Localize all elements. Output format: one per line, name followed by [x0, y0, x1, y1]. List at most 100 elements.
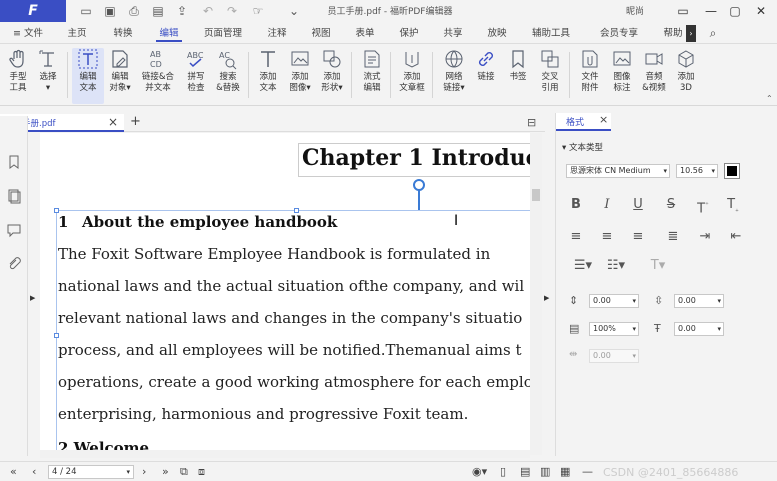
panel-toggle-icon[interactable]: ⊟ — [527, 116, 536, 129]
pages-panel-icon[interactable] — [6, 188, 22, 204]
chapter-title[interactable]: Chapter 1 Introducti — [302, 145, 530, 171]
section-number[interactable]: 1 — [58, 213, 68, 231]
collapse-ribbon-icon[interactable]: ⌃ — [766, 94, 773, 103]
strikethrough-button[interactable]: S — [664, 198, 678, 212]
first-page-icon[interactable]: « — [10, 465, 17, 478]
single-page-view-icon[interactable]: ▯ — [500, 465, 506, 478]
two-page-view-icon[interactable]: ▥ — [540, 465, 550, 478]
italic-button[interactable]: I — [600, 198, 614, 212]
paragraph-spacing-select[interactable]: 0.00 ▾ — [674, 294, 724, 308]
spell-check-button[interactable]: ABC 拼写 检查 — [180, 48, 212, 104]
tab-view[interactable]: 视图 — [308, 25, 334, 42]
character-spacing-select[interactable]: 0.00 ▾ — [674, 322, 724, 336]
link-merge-text-button[interactable]: AB CD 链接&合 并文本 — [140, 48, 176, 104]
paragraph-line[interactable]: national laws and the actual situation o… — [58, 277, 524, 295]
last-page-icon[interactable]: » — [162, 465, 169, 478]
scrollbar-thumb[interactable] — [532, 189, 540, 201]
web-link-button[interactable]: 网络 链接▾ — [438, 48, 470, 104]
vertical-scrollbar[interactable] — [530, 133, 542, 455]
add-shape-button[interactable]: 添加 形状▾ — [316, 48, 348, 104]
open-folder-icon[interactable]: ▭ — [78, 3, 94, 19]
distribute-icon[interactable]: ⇤ — [729, 230, 743, 244]
close-button[interactable]: ✕ — [752, 2, 770, 20]
text-direction-icon[interactable]: T▾ — [644, 259, 672, 273]
continuous-view-icon[interactable]: ▤ — [520, 465, 530, 478]
tab-share[interactable]: 共享 — [440, 25, 466, 42]
two-page-continuous-icon[interactable]: ▦ — [560, 465, 570, 478]
file-attachment-button[interactable]: 文件 附件 — [574, 48, 606, 104]
file-menu[interactable]: ≡ 文件 — [8, 25, 48, 42]
minimize-button[interactable]: — — [702, 2, 720, 20]
search-icon[interactable]: ⌕ — [704, 25, 722, 42]
align-left-icon[interactable]: ≡ — [569, 230, 583, 244]
paragraph-line[interactable]: process, and all employees will be notif… — [58, 341, 522, 359]
attachments-panel-icon[interactable] — [6, 256, 22, 272]
flow-edit-button[interactable]: 流式 编辑 — [356, 48, 388, 104]
read-mode-icon[interactable]: ◉▾ — [472, 465, 487, 478]
close-tab-icon[interactable]: × — [108, 115, 118, 129]
previous-page-icon[interactable]: ‹ — [32, 465, 36, 478]
tab-annotate[interactable]: 注释 — [264, 25, 290, 42]
text-color-picker[interactable] — [724, 163, 740, 179]
image-annotation-button[interactable]: 图像 标注 — [606, 48, 638, 104]
rotate-page-icon[interactable]: ⧈ — [198, 465, 205, 479]
tab-protect[interactable]: 保护 — [396, 25, 422, 42]
font-size-select[interactable]: 10.56 ▾ — [676, 164, 718, 178]
edit-text-button[interactable]: 编辑 文本 — [72, 48, 104, 104]
next-page-icon[interactable]: › — [142, 465, 146, 478]
word-spacing-select[interactable]: 0.00 ▾ — [589, 349, 639, 363]
search-replace-button[interactable]: AC 搜索 &替换 — [212, 48, 244, 104]
select-button[interactable]: 选择 ▾ — [32, 48, 64, 104]
underline-button[interactable]: U — [631, 198, 645, 212]
audio-video-button[interactable]: 音频 &视频 — [638, 48, 670, 104]
comments-panel-icon[interactable] — [6, 222, 22, 238]
tab-form[interactable]: 表单 — [352, 25, 378, 42]
align-center-icon[interactable]: ≡ — [600, 230, 614, 244]
cross-reference-button[interactable]: 交叉 引用 — [534, 48, 566, 104]
close-panel-icon[interactable]: × — [599, 113, 608, 126]
zoom-out-icon[interactable]: — — [582, 465, 593, 478]
horizontal-scale-select[interactable]: 100% ▾ — [589, 322, 639, 336]
tab-convert[interactable]: 转换 — [110, 25, 136, 42]
tab-member[interactable]: 会员专享 — [596, 25, 642, 42]
tab-edit[interactable]: 编辑 — [156, 25, 182, 42]
add-article-button[interactable]: 添加 文章框 — [396, 48, 428, 104]
numbered-list-icon[interactable]: ☷▾ — [602, 259, 630, 273]
superscript-button[interactable]: T⁺ — [696, 198, 710, 216]
horizontal-scrollbar[interactable] — [40, 450, 530, 458]
maximize-button[interactable]: ▢ — [726, 2, 744, 20]
expand-right-panel-icon[interactable]: ▶ — [544, 294, 549, 302]
line-spacing-select[interactable]: 0.00 ▾ — [589, 294, 639, 308]
link-button[interactable]: 链接 — [470, 48, 502, 104]
tab-slideshow[interactable]: 放映 — [484, 25, 510, 42]
bullet-list-icon[interactable]: ☰▾ — [569, 259, 597, 273]
redo-icon[interactable]: ↷ — [224, 3, 240, 19]
export-icon[interactable]: ▤ — [150, 3, 166, 19]
paragraph-line[interactable]: The Foxit Software Employee Handbook is … — [58, 245, 490, 263]
font-family-select[interactable]: 思源宋体 CN Medium ▾ — [566, 164, 670, 178]
expand-left-panel-icon[interactable]: ▶ — [30, 294, 35, 302]
tab-help[interactable]: 帮助 — [660, 25, 686, 42]
paragraph-line[interactable]: enterprising, harmonious and progressive… — [58, 405, 468, 423]
bookmark-button[interactable]: 书签 — [502, 48, 534, 104]
edit-object-button[interactable]: 编辑 对象▾ — [104, 48, 136, 104]
restore-ribbon-icon[interactable]: ▭ — [674, 2, 692, 20]
format-tab[interactable]: 格式 × — [556, 113, 611, 131]
align-right-icon[interactable]: ≡ — [631, 230, 645, 244]
bookmark-panel-icon[interactable] — [6, 154, 22, 170]
tab-page-management[interactable]: 页面管理 — [200, 25, 246, 42]
page-number-input[interactable]: 4 / 24 ▾ — [48, 465, 134, 479]
section-heading[interactable]: About the employee handbook — [82, 213, 337, 231]
subscript-button[interactable]: T₊ — [726, 198, 740, 214]
add-text-button[interactable]: 添加 文本 — [252, 48, 284, 104]
paragraph-line[interactable]: relevant national laws and changes in th… — [58, 309, 522, 327]
user-name[interactable]: 昵尚 — [626, 4, 644, 17]
resize-handle[interactable] — [54, 333, 59, 338]
document-page[interactable]: Chapter 1 Introducti 1 About the employe… — [40, 133, 530, 455]
bold-button[interactable]: B — [569, 198, 583, 212]
tab-home[interactable]: 主页 — [64, 25, 90, 42]
extract-page-icon[interactable]: ⧉ — [180, 465, 188, 479]
justify-icon[interactable]: ≣ — [666, 230, 680, 244]
more-tabs-arrow-icon[interactable]: › — [686, 25, 696, 42]
tab-accessibility[interactable]: 辅助工具 — [528, 25, 574, 42]
